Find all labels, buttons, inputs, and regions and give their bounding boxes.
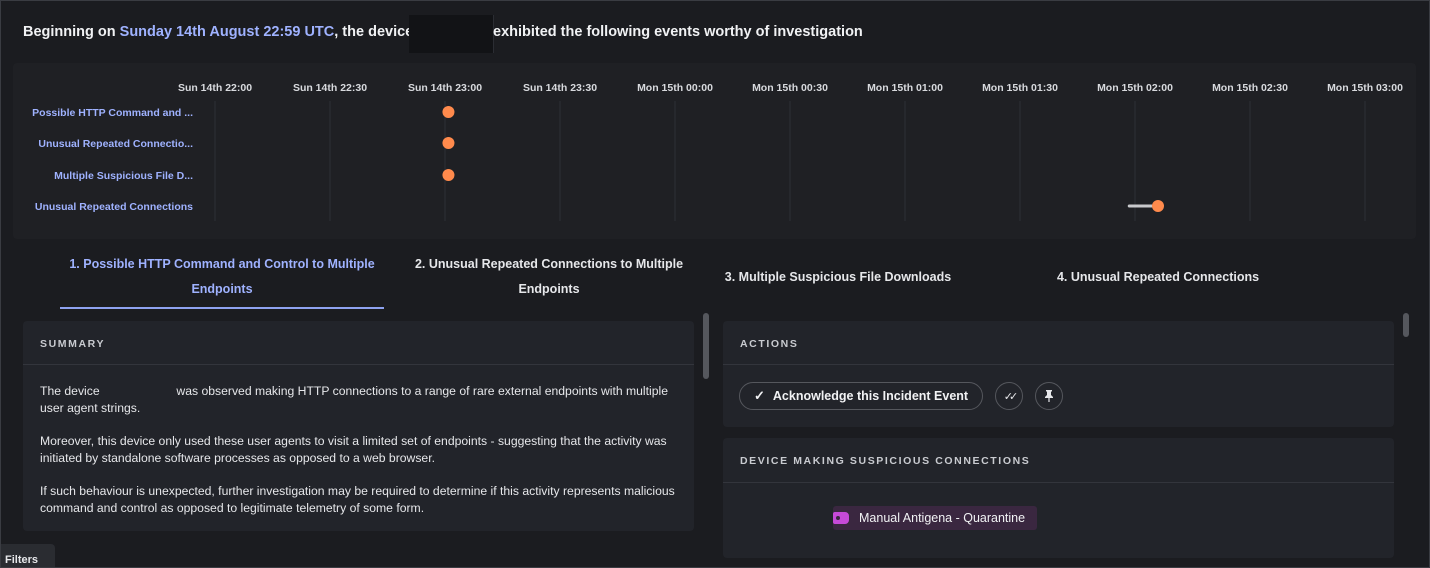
tab-event-3[interactable]: 3. Multiple Suspicious File Downloads	[713, 247, 963, 307]
redacted-device-inline	[103, 385, 174, 398]
timeline-tick-label: Mon 15th 01:30	[982, 82, 1058, 94]
event-tabs: 1. Possible HTTP Command and Control to …	[13, 247, 1416, 309]
summary-paragraph-1: The device was observed making HTTP conn…	[40, 383, 680, 417]
filters-button[interactable]: Filters	[1, 544, 55, 567]
timeline-tick-label: Mon 15th 02:30	[1212, 82, 1288, 94]
acknowledge-all-button[interactable]: ✓✓	[995, 382, 1023, 410]
tag-label: Manual Antigena - Quarantine	[859, 511, 1026, 525]
device-panel: DEVICE MAKING SUSPICIOUS CONNECTIONS Man…	[723, 438, 1394, 558]
timeline-tick-label: Mon 15th 00:30	[752, 82, 828, 94]
timeline-row-label[interactable]: Unusual Repeated Connections	[35, 201, 193, 213]
tab-1-line1: 1. Possible HTTP Command and Control to …	[69, 257, 375, 271]
header-prefix: Beginning on	[23, 24, 120, 40]
header-middle: , the device	[334, 24, 414, 40]
event-timeline: Sun 14th 22:00 Sun 14th 22:30 Sun 14th 23:…	[13, 63, 1416, 239]
tab-2-line2: Endpoints	[518, 282, 580, 296]
device-panel-divider	[723, 482, 1394, 483]
redacted-device-name	[409, 15, 494, 53]
timeline-tick-label: Sun 14th 22:00	[178, 82, 252, 94]
actions-title: ACTIONS	[740, 338, 799, 350]
acknowledge-label: Acknowledge this Incident Event	[772, 389, 969, 403]
tab-event-4[interactable]: 4. Unusual Repeated Connections	[1043, 247, 1273, 307]
timeline-tick-label: Sun 14th 23:30	[523, 82, 597, 94]
timeline-tick-label: Sun 14th 23:00	[408, 82, 482, 94]
timeline-tick-label: Mon 15th 01:00	[867, 82, 943, 94]
timeline-event-marker[interactable]	[442, 169, 455, 181]
timeline-event-marker[interactable]	[442, 137, 455, 149]
double-check-icon: ✓✓	[1003, 390, 1019, 403]
timeline-row-label[interactable]: Multiple Suspicious File D...	[54, 170, 193, 182]
timeline-tick-label: Mon 15th 02:00	[1097, 82, 1173, 94]
acknowledge-button[interactable]: ✓ Acknowledge this Incident Event	[739, 382, 983, 410]
summary-divider	[23, 364, 694, 365]
tab-3-label: 3. Multiple Suspicious File Downloads	[724, 269, 952, 284]
tab-2-line1: 2. Unusual Repeated Connections to Multi…	[414, 257, 684, 271]
antigena-tag[interactable]: Manual Antigena - Quarantine	[833, 506, 1038, 530]
actions-divider	[723, 364, 1394, 365]
right-scrollbar[interactable]	[1403, 313, 1409, 337]
actions-panel: ACTIONS ✓ Acknowledge this Incident Even…	[723, 321, 1394, 427]
header-text: Beginning on Sunday 14th August 22:59 UT…	[23, 24, 413, 40]
device-panel-title: DEVICE MAKING SUSPICIOUS CONNECTIONS	[740, 455, 1031, 467]
timeline-row-label[interactable]: Unusual Repeated Connectio...	[38, 138, 193, 150]
summary-panel: SUMMARY The device was observed making H…	[23, 321, 694, 531]
header-suffix: exhibited the following events worthy of…	[493, 24, 863, 40]
incident-window: Beginning on Sunday 14th August 22:59 UT…	[0, 0, 1430, 568]
tab-event-1[interactable]: 1. Possible HTTP Command and Control to …	[60, 247, 384, 309]
pin-icon	[1045, 390, 1053, 402]
timeline-tick-label: Mon 15th 03:00	[1327, 82, 1403, 94]
timeline-event-marker[interactable]	[1152, 200, 1164, 212]
timeline-chart: Sun 14th 22:00 Sun 14th 22:30 Sun 14th 23:…	[32, 82, 1403, 221]
summary-scrollbar[interactable]	[703, 313, 709, 379]
timeline-row-label[interactable]: Possible HTTP Command and ...	[32, 107, 193, 119]
summary-paragraph-3: If such behaviour is unexpected, further…	[40, 484, 675, 515]
summary-body: The device was observed making HTTP conn…	[40, 383, 680, 533]
pin-button[interactable]	[1035, 382, 1063, 410]
timeline-event-marker[interactable]	[442, 106, 455, 118]
timeline-tick-label: Mon 15th 00:00	[637, 82, 713, 94]
summary-paragraph-2: Moreover, this device only used these us…	[40, 434, 667, 465]
incident-header: Beginning on Sunday 14th August 22:59 UT…	[1, 1, 1429, 63]
timeline-tick-label: Sun 14th 22:30	[293, 82, 367, 94]
header-date: Sunday 14th August 22:59 UTC	[119, 24, 335, 40]
tab-1-line2: Endpoints	[191, 282, 253, 296]
tab-event-2[interactable]: 2. Unusual Repeated Connections to Multi…	[407, 247, 691, 307]
check-icon: ✓	[754, 388, 765, 403]
tab-4-label: 4. Unusual Repeated Connections	[1056, 269, 1260, 284]
tag-icon	[833, 512, 849, 524]
summary-title: SUMMARY	[40, 338, 106, 350]
summary-p1-start: The device	[40, 384, 100, 398]
